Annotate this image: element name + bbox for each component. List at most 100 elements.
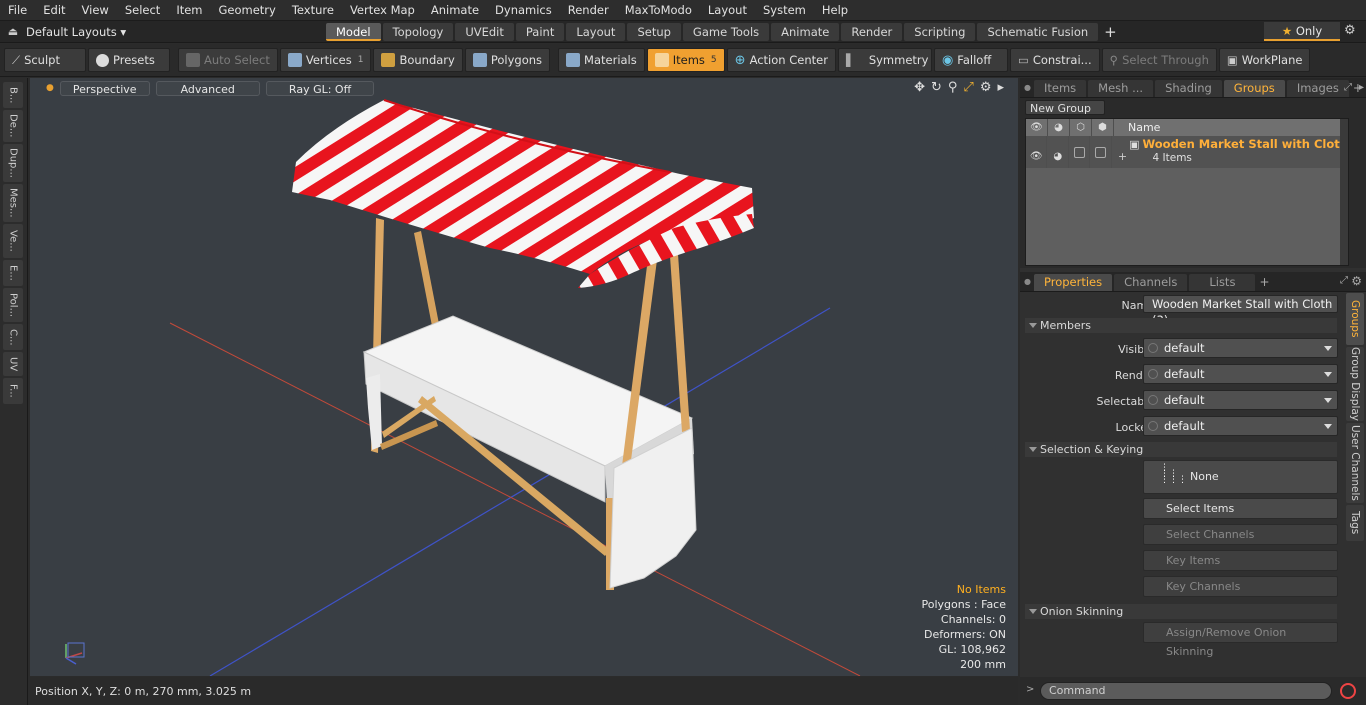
tab-scripting[interactable]: Scripting <box>904 22 976 41</box>
left-tab-f[interactable]: F... <box>3 378 23 404</box>
select-col-icon[interactable]: ⬢ <box>1092 119 1114 136</box>
menu-file[interactable]: File <box>0 0 35 21</box>
add-props-tab-icon[interactable]: + <box>1259 275 1269 289</box>
tab-render[interactable]: Render <box>841 22 903 41</box>
add-tab-button[interactable]: + <box>1104 23 1117 41</box>
tab-paint[interactable]: Paint <box>515 22 565 41</box>
left-tab-c[interactable]: C... <box>3 324 23 350</box>
row-lock-checkbox[interactable] <box>1069 136 1091 168</box>
selectable-dropdown[interactable]: default <box>1143 390 1338 410</box>
select-channels-button[interactable]: Select Channels <box>1143 524 1338 545</box>
menu-texture[interactable]: Texture <box>284 0 342 21</box>
workplane-button[interactable]: ▣ WorkPlane <box>1218 48 1311 72</box>
layouts-dropdown[interactable]: Default Layouts ▾ <box>26 25 326 39</box>
tab-model[interactable]: Model <box>326 22 381 41</box>
tab-mesh[interactable]: Mesh ... <box>1088 80 1154 97</box>
view-mode-button[interactable]: Perspective <box>59 80 150 96</box>
side-tab-group-display[interactable]: Group Display <box>1346 347 1364 421</box>
tab-setup[interactable]: Setup <box>627 22 681 41</box>
tab-images[interactable]: Images <box>1286 80 1349 97</box>
select-items-button[interactable]: Select Items <box>1143 498 1338 519</box>
menu-layout[interactable]: Layout <box>700 0 755 21</box>
layout-menu-icon[interactable]: ⏏ <box>0 25 26 38</box>
zoom-icon[interactable]: ⚲ <box>948 80 958 95</box>
materials-button[interactable]: Materials <box>558 48 645 72</box>
tab-shading[interactable]: Shading <box>1155 80 1222 97</box>
left-tab-ve[interactable]: Ve... <box>3 224 23 258</box>
tab-schematic-fusion[interactable]: Schematic Fusion <box>977 22 1099 41</box>
expand-icon[interactable]: + <box>1118 150 1127 163</box>
row-render-icon[interactable]: ◕ <box>1047 136 1069 168</box>
only-toggle[interactable]: ★ Only <box>1264 22 1340 41</box>
auto-select-button[interactable]: Auto Select <box>178 48 278 72</box>
assign-onion-button[interactable]: Assign/Remove Onion Skinning <box>1143 622 1338 658</box>
left-tab-uv[interactable]: UV <box>3 352 23 376</box>
selection-keying-section[interactable]: Selection & Keying <box>1025 442 1337 457</box>
panel-arrow-icon[interactable]: ▸ <box>1359 82 1364 93</box>
maximize-icon[interactable]: ⤢ <box>963 80 973 95</box>
new-group-button[interactable]: New Group <box>1025 100 1105 115</box>
key-channels-button[interactable]: Key Channels <box>1143 576 1338 597</box>
menu-edit[interactable]: Edit <box>35 0 73 21</box>
lock-col-icon[interactable]: ⬡ <box>1070 119 1092 136</box>
constraints-button[interactable]: ▭ Constrai... <box>1009 48 1100 72</box>
presets-button[interactable]: Presets <box>88 48 170 72</box>
vertices-button[interactable]: Vertices 1 <box>279 48 372 72</box>
menu-render[interactable]: Render <box>560 0 617 21</box>
row-visibility-icon[interactable]: 👁 <box>1026 136 1048 168</box>
menu-animate[interactable]: Animate <box>423 0 487 21</box>
left-tab-dup[interactable]: Dup... <box>3 144 23 182</box>
tab-lists[interactable]: Lists <box>1189 274 1256 291</box>
gear-icon[interactable]: ⚙ <box>1344 23 1356 38</box>
left-tab-de[interactable]: De... <box>3 110 23 142</box>
symmetry-button[interactable]: ▌ Symmetry <box>837 48 932 72</box>
render-dropdown[interactable]: default <box>1143 364 1338 384</box>
side-tab-user-channels[interactable]: User Channels <box>1346 423 1364 503</box>
shading-mode-button[interactable]: Advanced <box>155 80 260 96</box>
tab-groups[interactable]: Groups <box>1223 80 1285 97</box>
menu-help[interactable]: Help <box>814 0 856 21</box>
menu-system[interactable]: System <box>755 0 814 21</box>
side-tab-groups[interactable]: Groups <box>1346 293 1364 345</box>
left-tab-b[interactable]: B... <box>3 82 23 108</box>
tab-game-tools[interactable]: Game Tools <box>682 22 770 41</box>
polygons-button[interactable]: Polygons <box>464 48 551 72</box>
visible-dropdown[interactable]: default <box>1143 338 1338 358</box>
rotate-icon[interactable]: ↻ <box>931 80 942 95</box>
row-select-checkbox[interactable] <box>1090 136 1112 168</box>
pan-icon[interactable]: ✥ <box>914 80 925 95</box>
menu-geometry[interactable]: Geometry <box>211 0 284 21</box>
render-col-icon[interactable]: ◕ <box>1048 119 1070 136</box>
menu-maxtomodo[interactable]: MaxToModo <box>617 0 700 21</box>
name-column-header[interactable]: Name <box>1128 121 1160 134</box>
panel-menu-icon[interactable]: ⤢ <box>1344 82 1352 93</box>
select-through-button[interactable]: ⚲ Select Through <box>1101 48 1217 72</box>
record-icon[interactable] <box>1340 683 1356 699</box>
tab-channels[interactable]: Channels <box>1114 274 1188 291</box>
menu-view[interactable]: View <box>74 0 117 21</box>
tab-uvedit[interactable]: UVEdit <box>455 22 514 41</box>
onion-skinning-section[interactable]: Onion Skinning <box>1025 604 1337 619</box>
group-row[interactable]: 👁 ◕ + ▣ Wooden Market Stall with Cloth 4… <box>1026 136 1348 168</box>
falloff-button[interactable]: ◉ Falloff <box>933 48 1008 72</box>
3d-viewport[interactable]: ● Perspective Advanced Ray GL: Off ✥ ↻ ⚲… <box>30 78 1018 676</box>
props-expand-icon[interactable]: ⤢ <box>1340 275 1348 286</box>
viewport-settings-icon[interactable]: ⚙ <box>980 80 992 95</box>
members-section[interactable]: Members <box>1025 318 1337 333</box>
group-name-field[interactable]: Wooden Market Stall with Cloth (3) <box>1143 295 1338 327</box>
side-tab-tags[interactable]: Tags <box>1346 505 1364 541</box>
items-button[interactable]: Items 5 <box>646 48 725 72</box>
props-gear-icon[interactable]: ⚙ <box>1351 274 1362 288</box>
tab-layout[interactable]: Layout <box>566 22 626 41</box>
tab-animate[interactable]: Animate <box>771 22 840 41</box>
menu-item[interactable]: Item <box>168 0 210 21</box>
locked-dropdown[interactable]: default <box>1143 416 1338 436</box>
keying-none-button[interactable]: ⋮ ⋮⋮ ⋮⋮⋮ None <box>1143 460 1338 494</box>
sculpt-button[interactable]: ⟋ Sculpt <box>4 48 86 72</box>
tab-items[interactable]: Items <box>1034 80 1087 97</box>
menu-dynamics[interactable]: Dynamics <box>487 0 560 21</box>
raygl-button[interactable]: Ray GL: Off <box>265 80 375 96</box>
menu-select[interactable]: Select <box>117 0 168 21</box>
left-tab-mes[interactable]: Mes... <box>3 184 23 222</box>
left-tab-e[interactable]: E... <box>3 260 23 286</box>
